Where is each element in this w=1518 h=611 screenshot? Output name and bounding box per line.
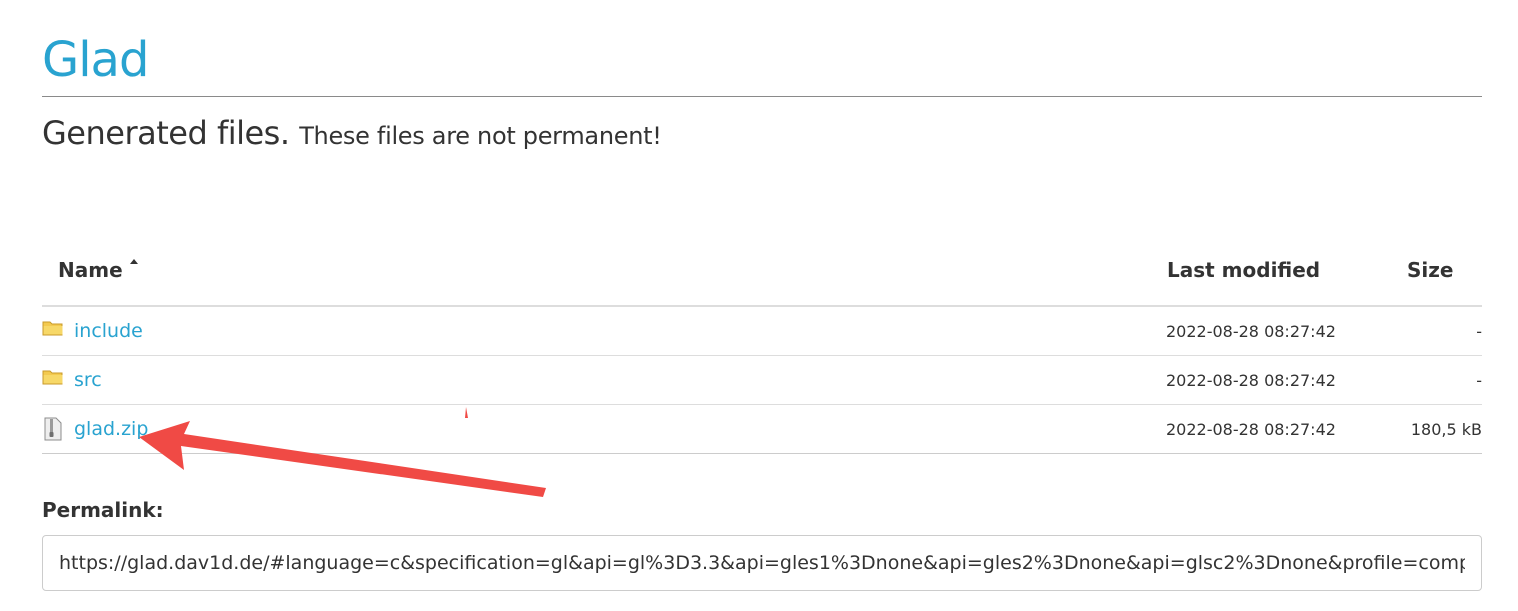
table-header: Name Last modified Size <box>42 240 1482 307</box>
subtitle-note: These files are not permanent! <box>299 122 662 150</box>
site-title: Glad <box>42 32 149 88</box>
folder-icon <box>42 319 64 341</box>
file-modified-date: 2022-08-28 08:27:42 <box>1166 420 1336 439</box>
column-header-name[interactable]: Name <box>58 257 123 283</box>
table-row: src 2022-08-28 08:27:42 - <box>42 356 1482 405</box>
file-size: - <box>1476 371 1482 390</box>
file-link-glad-zip[interactable]: glad.zip <box>74 417 148 441</box>
column-header-size[interactable]: Size <box>1407 257 1453 283</box>
title-divider <box>42 96 1482 97</box>
file-modified-date: 2022-08-28 08:27:42 <box>1166 322 1336 341</box>
table-row: glad.zip 2022-08-28 08:27:42 180,5 kB <box>42 405 1482 454</box>
subtitle-heading: Generated files. <box>42 114 290 152</box>
sort-ascending-icon <box>130 259 138 264</box>
zip-file-icon <box>42 417 64 445</box>
file-size: - <box>1476 322 1482 341</box>
permalink-label: Permalink: <box>42 498 164 522</box>
file-size: 180,5 kB <box>1410 420 1482 439</box>
file-listing-table: Name Last modified Size include 2022-08-… <box>42 240 1482 454</box>
permalink-field[interactable] <box>42 535 1482 591</box>
file-modified-date: 2022-08-28 08:27:42 <box>1166 371 1336 390</box>
page-subtitle: Generated files. These files are not per… <box>42 113 662 156</box>
file-link-src[interactable]: src <box>74 368 102 392</box>
column-header-last-modified[interactable]: Last modified <box>1167 257 1320 283</box>
file-link-include[interactable]: include <box>74 319 143 343</box>
folder-icon <box>42 368 64 390</box>
table-row: include 2022-08-28 08:27:42 - <box>42 307 1482 356</box>
